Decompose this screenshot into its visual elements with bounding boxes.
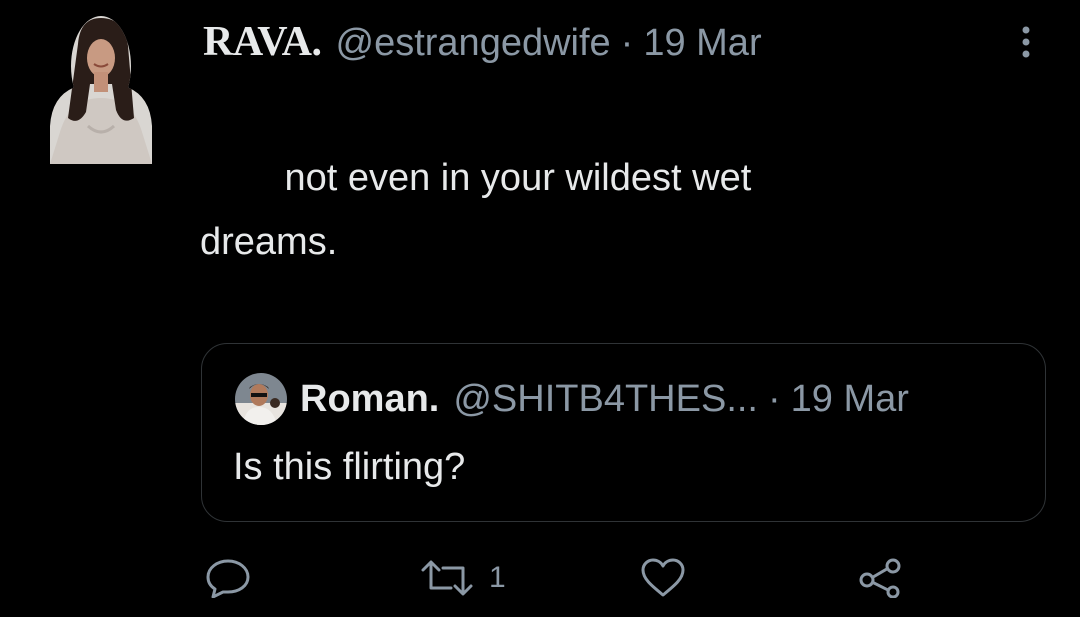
quoted-header: Roman. @SHITB4THES... · 19 Mar [300,378,909,421]
quoted-author-avatar[interactable] [235,373,287,425]
retweet-count: 1 [489,561,506,594]
quoted-separator: · [768,378,781,420]
reply-button[interactable] [205,556,251,600]
author-avatar[interactable] [50,14,152,164]
tweet-text: not even in your wildest wet dreams. [200,146,940,274]
tweet-text-line-2: dreams. [200,221,338,263]
quoted-text: Is this flirting? [233,446,466,488]
retweet-button[interactable]: 1 [419,556,506,600]
reply-icon [205,558,251,598]
tweet-date[interactable]: 19 Mar [643,22,761,65]
quoted-author-handle[interactable]: @SHITB4THES... [453,378,758,421]
heart-icon [640,558,686,598]
quoted-author-name[interactable]: Roman. [300,378,439,421]
more-vertical-icon[interactable] [1016,24,1036,60]
retweet-icon [419,558,475,598]
quoted-date[interactable]: 19 Mar [791,378,909,421]
tweet[interactable]: RAVA. @estrangedwife · 19 Mar not even i… [0,0,1080,617]
tweet-text-line-1: not even in your wildest wet [200,157,752,199]
share-button[interactable] [858,556,904,600]
tweet-header: RAVA. @estrangedwife · 19 Mar [203,18,762,66]
author-handle[interactable]: @estrangedwife [336,22,611,65]
header-separator: · [620,22,634,64]
share-icon [858,558,904,598]
author-name[interactable]: RAVA. [203,18,322,66]
like-button[interactable] [640,556,686,600]
quoted-tweet[interactable]: Roman. @SHITB4THES... · 19 Mar Is this f… [201,343,1046,522]
